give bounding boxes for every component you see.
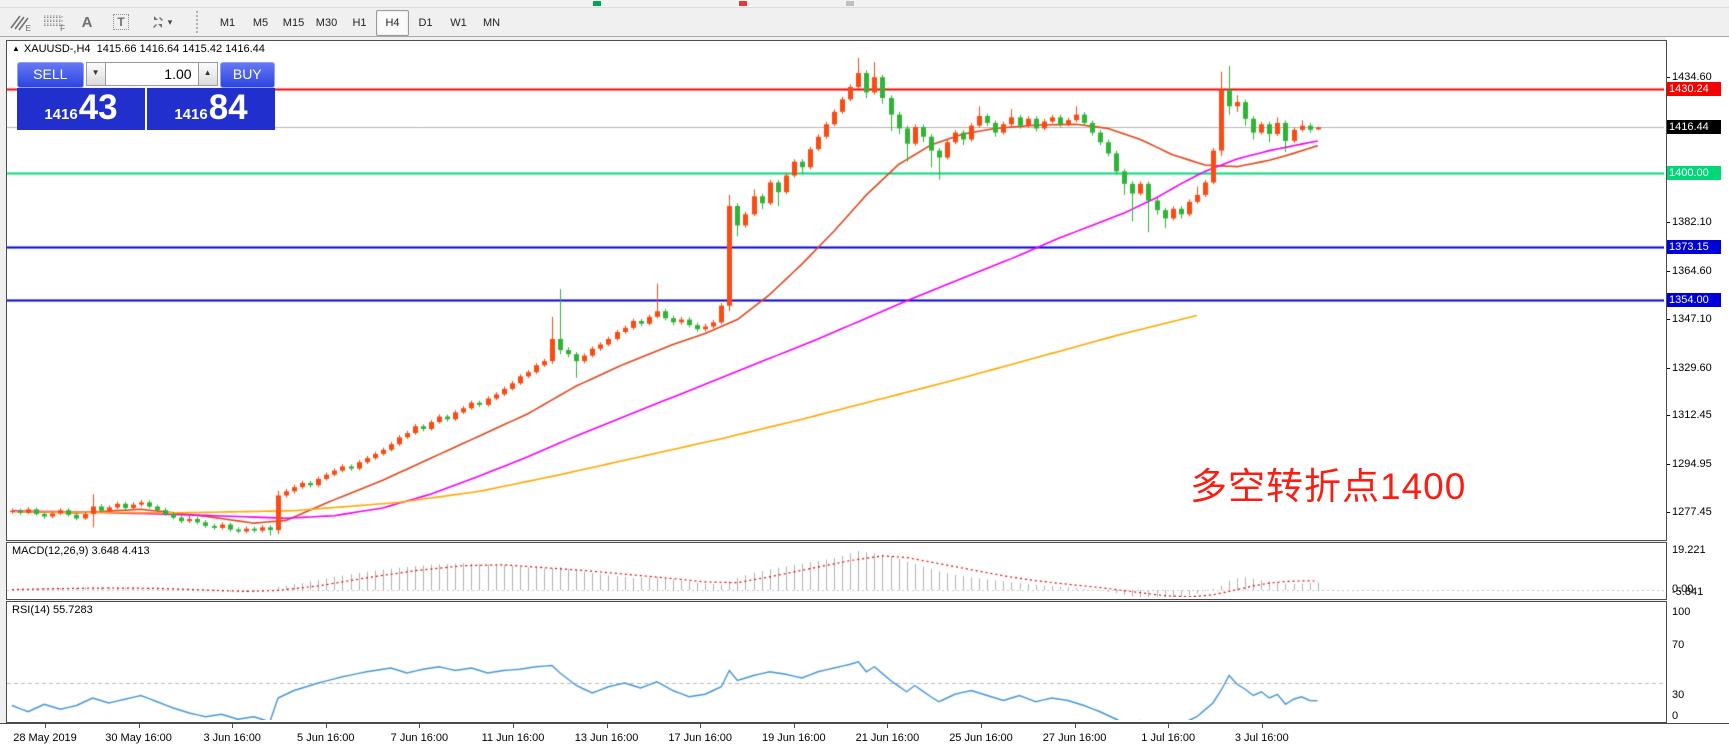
macd-label: MACD(12,26,9) 3.648 4.413 [12,545,150,557]
grid-f-icon[interactable]: F [38,10,68,34]
ohlc-readout: 1415.66 1416.64 1415.42 1416.44 [97,43,265,55]
price-tick-label: 1347.10 [1672,313,1712,325]
text-a-icon[interactable]: A [72,10,102,34]
price-badge: 1400.00 [1666,166,1721,180]
sell-button[interactable]: SELL [17,62,84,88]
tf-button-M30[interactable]: M30 [310,10,343,36]
time-label: 21 Jun 16:00 [856,732,920,744]
textbox-t-icon[interactable]: T [106,10,136,34]
time-tick-mark [139,724,140,728]
price-badge: 1373.15 [1666,240,1721,254]
buy-price-whole: 1416 [174,106,207,123]
toolbar-upper-sliver [0,0,1729,8]
price-tick-label: 1382.10 [1672,216,1712,228]
time-label: 19 Jun 16:00 [762,732,826,744]
collapse-arrow-icon[interactable]: ▲ [12,44,20,53]
toolbar-grip [196,11,203,33]
time-label: 11 Jun 16:00 [482,732,545,744]
price-tick-label: 1364.60 [1672,265,1712,277]
sell-price-display[interactable]: 1416 43 [17,88,145,130]
toolbar-sliver-mark [739,1,747,6]
tf-button-M1[interactable]: M1 [211,10,244,36]
time-label: 30 May 16:00 [105,732,172,744]
timeframe-bar: M1M5M15M30H1H4D1W1MN [211,10,508,34]
time-label: 13 Jun 16:00 [575,732,639,744]
dropdown-caret-icon: ▾ [168,17,173,28]
volume-up-button[interactable]: ▲ [198,62,218,86]
object-cursor-icon[interactable]: ▾ [140,10,182,34]
time-tick-mark [513,724,514,728]
time-tick-mark [700,724,701,728]
time-tick-mark [887,724,888,728]
price-badge: 1416.44 [1666,120,1721,134]
toolbar: E F A T ▾ M1M5M15M30H1H4D1W1MN [0,8,1729,37]
time-tick-mark [1262,724,1263,728]
time-label: 17 Jun 16:00 [668,732,732,744]
price-tick-label: 1294.95 [1672,458,1712,470]
time-tick-mark [1168,724,1169,728]
tf-button-M5[interactable]: M5 [244,10,277,36]
tf-button-W1[interactable]: W1 [442,10,475,36]
price-tick-label: 1312.45 [1672,409,1712,421]
rsi-axis-label: 70 [1672,639,1684,651]
chart-annotation-text: 多空转折点1400 [1190,456,1466,510]
macd-axis-label: 19.221 [1672,544,1706,556]
rsi-label: RSI(14) 55.7283 [12,604,93,616]
tf-button-D1[interactable]: D1 [409,10,442,36]
rsi-panel: RSI(14) 55.7283 [6,601,1667,723]
time-axis[interactable]: 28 May 2019 30 May 16:00 3 Jun 16:00 5 Jun … [0,723,1729,756]
time-label: 27 Jun 16:00 [1043,732,1107,744]
price-badge: 1354.00 [1666,293,1721,307]
buy-button[interactable]: BUY [220,62,275,88]
one-click-trading-panel: SELL ▼ ▲ BUY 1416 43 1416 84 [17,62,275,130]
macd-panel: MACD(12,26,9) 3.648 4.413 [6,542,1667,600]
price-tick-label: 1329.60 [1672,362,1712,374]
time-tick-mark [607,724,608,728]
tf-button-M15[interactable]: M15 [277,10,310,36]
rsi-canvas[interactable] [7,602,1664,720]
toolbar-sliver-mark [593,1,601,6]
volume-down-button[interactable]: ▼ [86,62,106,86]
sell-price-pips: 43 [79,88,118,128]
chart-title: ▲ XAUUSD-,H4 1415.66 1416.64 1415.42 1416… [12,43,265,55]
rsi-axis-label: 100 [1672,606,1690,618]
time-tick-mark [45,724,46,728]
tf-button-MN[interactable]: MN [475,10,508,36]
tf-button-H4[interactable]: H4 [376,10,409,36]
candle-pattern-e-icon[interactable]: E [4,10,34,34]
macd-canvas[interactable] [7,543,1664,597]
rsi-axis-label: 30 [1672,689,1684,701]
time-label: 3 Jul 16:00 [1235,732,1289,744]
time-label: 25 Jun 16:00 [949,732,1013,744]
rsi-axis-label: 0 [1672,710,1678,722]
macd-axis-label: -5.841 [1672,586,1703,598]
time-tick-mark [1075,724,1076,728]
chart-window: 1434.601382.101364.601347.101329.601312.… [0,37,1729,755]
time-label: 3 Jun 16:00 [203,732,261,744]
time-tick-mark [419,724,420,728]
time-tick-mark [981,724,982,728]
time-tick-mark [326,724,327,728]
buy-price-pips: 84 [209,88,248,128]
time-label: 7 Jun 16:00 [391,732,449,744]
price-tick-label: 1277.45 [1672,506,1712,518]
sell-price-whole: 1416 [44,106,77,123]
time-tick-mark [794,724,795,728]
time-tick-mark [232,724,233,728]
main-chart-panel: ▲ XAUUSD-,H4 1415.66 1416.64 1415.42 1416… [6,40,1667,541]
time-label: 28 May 2019 [13,732,77,744]
tf-button-H1[interactable]: H1 [343,10,376,36]
price-badge: 1430.24 [1666,82,1721,96]
price-axis[interactable]: 1434.601382.101364.601347.101329.601312.… [1666,37,1729,755]
volume-input[interactable] [106,62,198,86]
buy-price-display[interactable]: 1416 84 [147,88,275,130]
toolbar-sliver-mark [846,1,854,6]
time-label: 1 Jul 16:00 [1141,732,1195,744]
time-label: 5 Jun 16:00 [297,732,355,744]
symbol-title: XAUUSD-,H4 [24,43,91,55]
